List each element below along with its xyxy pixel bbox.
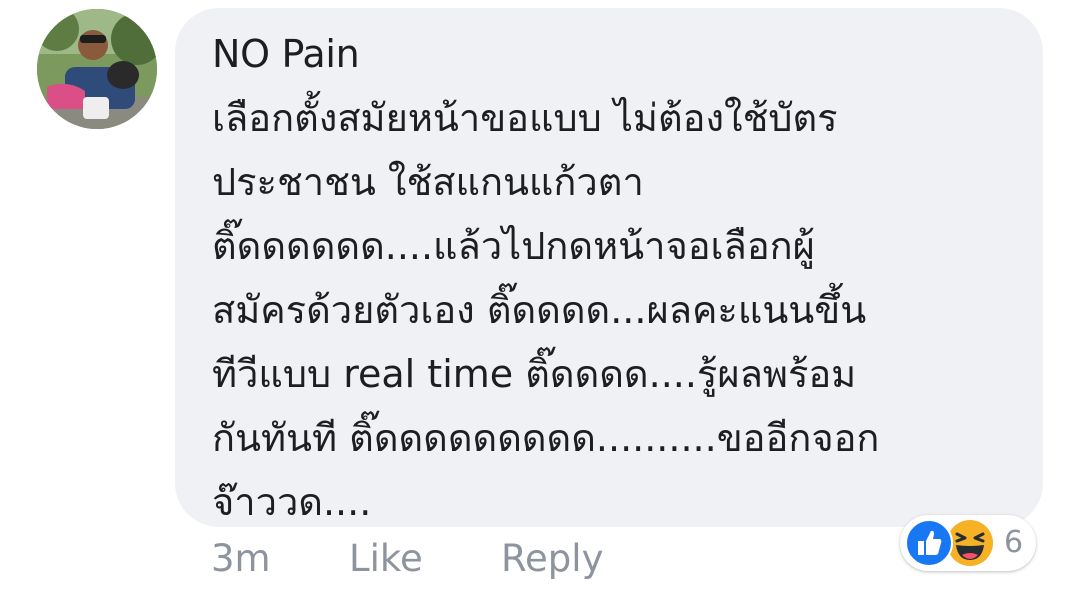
timestamp[interactable]: 3m <box>211 535 271 583</box>
like-icon <box>905 519 953 567</box>
author-name[interactable]: NO Pain <box>212 30 1013 78</box>
comment-line: สมัครด้วยตัวเอง ติ๊ดดดด...ผลคะแนนขึ้น <box>212 288 867 332</box>
comment-line: ประชาชน ใช้สแกนแก้วตา <box>212 160 644 204</box>
haha-icon <box>947 520 993 566</box>
reply-button[interactable]: Reply <box>501 535 603 583</box>
reaction-count: 6 <box>1004 525 1024 560</box>
like-button[interactable]: Like <box>349 535 423 583</box>
comment-line: ทีวีแบบ real time ติ๊ดดดด....รู้ผลพร้อม <box>212 352 857 396</box>
comment: NO Pain เลือกตั้งสมัยหน้าขอแบบ ไม่ต้องใช… <box>0 0 1080 611</box>
comment-line: กันทันที ติ๊ดดดดดดดดด..........ขออีกจอก <box>212 416 880 460</box>
reactions-summary[interactable]: 6 <box>900 515 1036 571</box>
comment-text: เลือกตั้งสมัยหน้าขอแบบ ไม่ต้องใช้บัตร ปร… <box>212 86 1012 534</box>
comment-line: จ๊าววด.... <box>212 480 372 524</box>
comment-line: เลือกตั้งสมัยหน้าขอแบบ ไม่ต้องใช้บัตร <box>212 96 838 140</box>
avatar[interactable] <box>37 9 157 129</box>
profile-photo <box>37 9 157 129</box>
comment-line: ติ๊ดดดดดด....แล้วไปกดหน้าจอเลือกผู้ <box>212 224 815 268</box>
comment-bubble: NO Pain เลือกตั้งสมัยหน้าขอแบบ ไม่ต้องใช… <box>175 8 1043 527</box>
